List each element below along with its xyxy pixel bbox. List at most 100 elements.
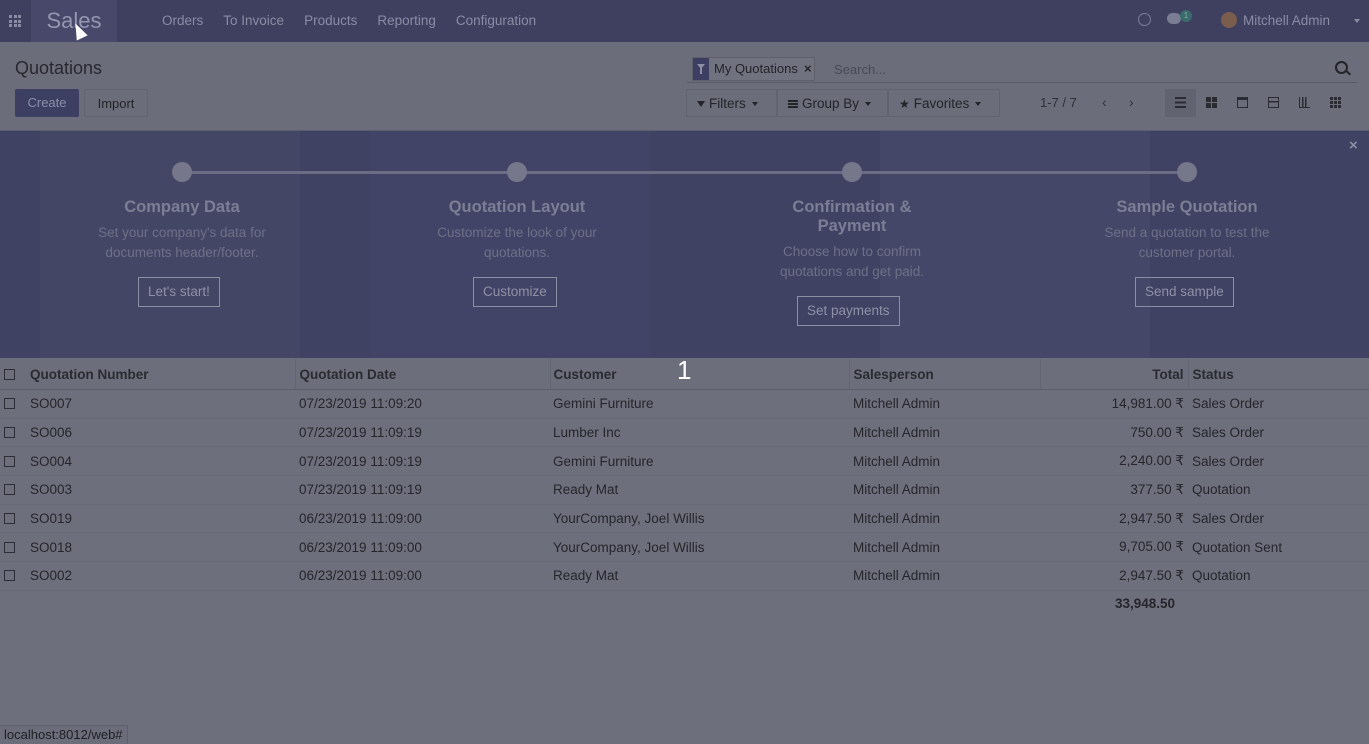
messaging-chat-icon[interactable]: [1167, 13, 1181, 24]
caret-down-icon: [1354, 19, 1360, 23]
row-checkbox[interactable]: [4, 455, 15, 467]
row-checkbox-cell[interactable]: [0, 475, 26, 505]
caret-down-icon: [975, 102, 982, 107]
step-dot[interactable]: [172, 162, 192, 182]
column-header-salesperson[interactable]: Salesperson: [849, 359, 1041, 390]
activity-clock-icon[interactable]: [1138, 13, 1151, 26]
row-checkbox[interactable]: [4, 541, 15, 553]
facet-label: My Quotations: [709, 58, 802, 80]
select-all-checkbox[interactable]: [4, 368, 15, 380]
create-button[interactable]: Create: [15, 89, 79, 117]
apps-menu-icon[interactable]: [9, 15, 21, 27]
footer-empty-cell: [849, 590, 1040, 617]
step-dot[interactable]: [507, 162, 527, 182]
row-checkbox-cell[interactable]: [0, 504, 26, 534]
row-checkbox[interactable]: [4, 513, 15, 525]
row-checkbox[interactable]: [4, 398, 15, 410]
menu-item-orders[interactable]: Orders: [152, 0, 213, 42]
select-all-checkbox-cell[interactable]: [0, 359, 26, 390]
table-footer-row: 33,948.50: [0, 590, 1369, 617]
control-panel: Quotations Create Import My Quotations ×…: [0, 42, 1369, 131]
graph-view-button[interactable]: [1289, 89, 1320, 117]
cell-quotation-number: SO002: [26, 561, 295, 591]
cell-salesperson: Mitchell Admin: [849, 475, 1040, 505]
list-view-button[interactable]: [1165, 89, 1196, 117]
cell-quotation-number: SO003: [26, 475, 295, 505]
user-avatar[interactable]: [1221, 12, 1237, 28]
footer-empty-cell: [1188, 590, 1369, 617]
row-checkbox[interactable]: [4, 484, 15, 496]
cell-customer: Ready Mat: [550, 561, 849, 591]
cell-quotation-date: 07/23/2019 11:09:19: [295, 475, 550, 505]
row-checkbox[interactable]: [4, 427, 15, 439]
step-title: Confirmation & Payment: [717, 198, 987, 236]
table-row[interactable]: SO006 07/23/2019 11:09:19 Lumber Inc Mit…: [0, 418, 1369, 448]
menu-item-to-invoice[interactable]: To Invoice: [213, 0, 294, 42]
table-row[interactable]: SO002 06/23/2019 11:09:00 Ready Mat Mitc…: [0, 561, 1369, 591]
cell-quotation-number: SO006: [26, 418, 295, 448]
kanban-view-button[interactable]: [1196, 89, 1227, 117]
chevron-left-icon[interactable]: ‹: [1102, 95, 1110, 111]
customize-button[interactable]: Customize: [473, 277, 557, 307]
search-facet: My Quotations ×: [692, 57, 815, 81]
send-sample-button[interactable]: Send sample: [1135, 277, 1234, 307]
search-icon[interactable]: [1335, 61, 1348, 74]
cell-salesperson: Mitchell Admin: [849, 504, 1040, 534]
row-checkbox-cell[interactable]: [0, 446, 26, 477]
pivot-view-icon: [1268, 97, 1279, 108]
column-header-customer[interactable]: Customer: [550, 359, 850, 390]
top-navbar: Sales Orders To Invoice Products Reporti…: [0, 0, 1369, 42]
table-row[interactable]: SO018 06/23/2019 11:09:00 YourCompany, J…: [0, 532, 1369, 563]
cell-quotation-date: 07/23/2019 11:09:19: [295, 446, 550, 477]
step-description-line: customer portal.: [1138, 245, 1236, 260]
table-row[interactable]: SO004 07/23/2019 11:09:19 Gemini Furnitu…: [0, 446, 1369, 477]
list-bars-icon: [788, 100, 798, 109]
cell-status: Sales Order: [1188, 418, 1369, 448]
column-header-quotation-date[interactable]: Quotation Date: [295, 359, 551, 390]
close-icon[interactable]: ×: [1349, 137, 1358, 154]
favorites-dropdown[interactable]: ★ Favorites: [888, 89, 1000, 117]
table-row[interactable]: SO003 07/23/2019 11:09:19 Ready Mat Mitc…: [0, 475, 1369, 505]
table-row[interactable]: SO007 07/23/2019 11:09:20 Gemini Furnitu…: [0, 389, 1369, 419]
import-button[interactable]: Import: [84, 89, 148, 117]
star-icon: ★: [899, 97, 910, 111]
row-checkbox-cell[interactable]: [0, 418, 26, 448]
menu-item-configuration[interactable]: Configuration: [446, 0, 546, 42]
facet-remove-icon[interactable]: ×: [801, 58, 814, 80]
row-checkbox-cell[interactable]: [0, 389, 26, 419]
step-dot[interactable]: [1177, 162, 1197, 182]
grid-view-button[interactable]: [1320, 89, 1351, 117]
pager-value[interactable]: 1-7 / 7: [1040, 95, 1077, 110]
set-payments-button[interactable]: Set payments: [797, 296, 900, 326]
menu-item-reporting[interactable]: Reporting: [367, 0, 446, 42]
favorites-label: Favorites: [913, 96, 970, 111]
search-input[interactable]: [832, 57, 1316, 81]
row-checkbox[interactable]: [4, 570, 15, 582]
calendar-view-button[interactable]: [1227, 89, 1258, 117]
graph-view-icon: [1299, 97, 1310, 108]
filters-dropdown[interactable]: Filters: [686, 89, 777, 117]
list-view-icon: [1175, 97, 1186, 108]
column-header-total[interactable]: Total: [1040, 359, 1189, 390]
caret-down-icon: [865, 102, 872, 107]
cell-quotation-date: 06/23/2019 11:09:00: [295, 532, 550, 563]
cell-total: 2,947.50 ₹: [1040, 561, 1188, 591]
lets-start-button[interactable]: Let's start!: [138, 277, 220, 307]
row-checkbox-cell[interactable]: [0, 532, 26, 563]
column-header-quotation-number[interactable]: Quotation Number: [26, 359, 296, 390]
column-header-status[interactable]: Status: [1188, 359, 1369, 390]
table-row[interactable]: SO019 06/23/2019 11:09:00 YourCompany, J…: [0, 504, 1369, 534]
menu-item-products[interactable]: Products: [294, 0, 367, 42]
kanban-view-icon: [1206, 97, 1217, 108]
pivot-view-button[interactable]: [1258, 89, 1289, 117]
row-checkbox-cell[interactable]: [0, 561, 26, 591]
onboarding-progress-track: [182, 171, 1188, 174]
step-dot[interactable]: [842, 162, 862, 182]
chevron-right-icon[interactable]: ›: [1129, 95, 1137, 111]
cell-salesperson: Mitchell Admin: [849, 532, 1040, 563]
groupby-dropdown[interactable]: Group By: [777, 89, 888, 117]
step-description-line: quotations.: [483, 245, 551, 260]
caret-down-icon: [751, 102, 758, 107]
step-description-line: quotations and get paid.: [779, 264, 925, 279]
user-menu[interactable]: Mitchell Admin: [1243, 0, 1330, 42]
